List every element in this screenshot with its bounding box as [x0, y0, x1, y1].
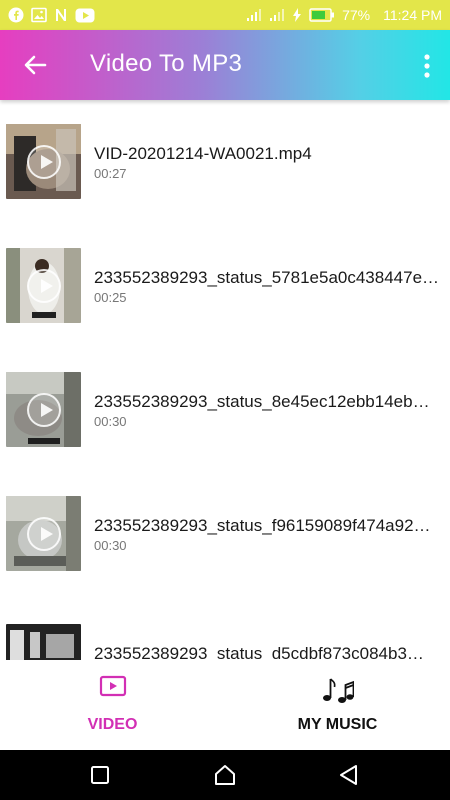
image-icon: [31, 7, 47, 23]
video-thumbnail: [6, 624, 81, 660]
battery-percent: 77%: [342, 7, 371, 23]
video-duration: 00:25: [94, 290, 127, 305]
play-icon: [26, 144, 61, 179]
battery-icon: [309, 8, 335, 22]
status-bar: 77% 11:24 PM: [0, 0, 450, 30]
arrow-left-icon[interactable]: [22, 52, 48, 78]
status-right-icons: 77% 11:24 PM: [246, 7, 442, 23]
video-duration: 00:30: [94, 414, 127, 429]
video-list: VID-20201214-WA0021.mp4 00:27 2335523892…: [0, 100, 450, 660]
play-icon: [26, 268, 61, 303]
home-icon[interactable]: [213, 763, 237, 787]
youtube-icon: [75, 8, 95, 23]
n-app-icon: [54, 7, 68, 23]
list-item[interactable]: 233552389293_status_8e45ec12ebb14eb… 00:…: [0, 348, 450, 448]
video-name: 233552389293_status_5781e5a0c438447e…: [94, 268, 440, 287]
play-icon: [26, 516, 61, 551]
charging-icon: [292, 8, 302, 22]
video-name: VID-20201214-WA0021.mp4: [94, 144, 312, 163]
tab-video[interactable]: VIDEO: [0, 660, 225, 750]
clock: 11:24 PM: [383, 7, 442, 23]
list-item[interactable]: 233552389293_status_d5cdbf873c084b3…: [0, 596, 450, 660]
list-item[interactable]: VID-20201214-WA0021.mp4 00:27: [0, 100, 450, 200]
music-notes-icon: [322, 674, 354, 709]
app-bar: Video To MP3: [0, 30, 450, 100]
play-icon: [26, 392, 61, 427]
list-item[interactable]: 233552389293_status_f96159089f474a92… 00…: [0, 472, 450, 572]
back-triangle-icon[interactable]: [337, 763, 361, 787]
video-duration: 00:27: [94, 166, 127, 181]
video-duration: 00:30: [94, 538, 127, 553]
tab-video-label: VIDEO: [87, 716, 138, 733]
video-thumbnail: [6, 372, 81, 447]
system-navigation-bar: [0, 750, 450, 800]
video-name: 233552389293_status_f96159089f474a92…: [94, 516, 431, 535]
list-item[interactable]: 233552389293_status_5781e5a0c438447e… 00…: [0, 224, 450, 324]
tab-my-music[interactable]: MY MUSIC: [225, 660, 450, 750]
video-play-icon: [99, 674, 127, 703]
video-name: 233552389293_status_d5cdbf873c084b3…: [94, 644, 424, 660]
video-name: 233552389293_status_8e45ec12ebb14eb…: [94, 392, 430, 411]
more-vertical-icon[interactable]: [422, 53, 432, 79]
signal-icon: [246, 8, 262, 22]
video-thumbnail: [6, 248, 81, 323]
recents-square-icon[interactable]: [88, 763, 112, 787]
bottom-navigation: VIDEO MY MUSIC: [0, 660, 450, 750]
page-title: Video To MP3: [90, 50, 243, 77]
video-thumbnail: [6, 124, 81, 199]
facebook-icon: [8, 7, 24, 23]
signal-icon: [269, 8, 285, 22]
status-left-icons: [8, 7, 95, 23]
video-thumbnail: [6, 496, 81, 571]
tab-my-music-label: MY MUSIC: [297, 716, 378, 733]
